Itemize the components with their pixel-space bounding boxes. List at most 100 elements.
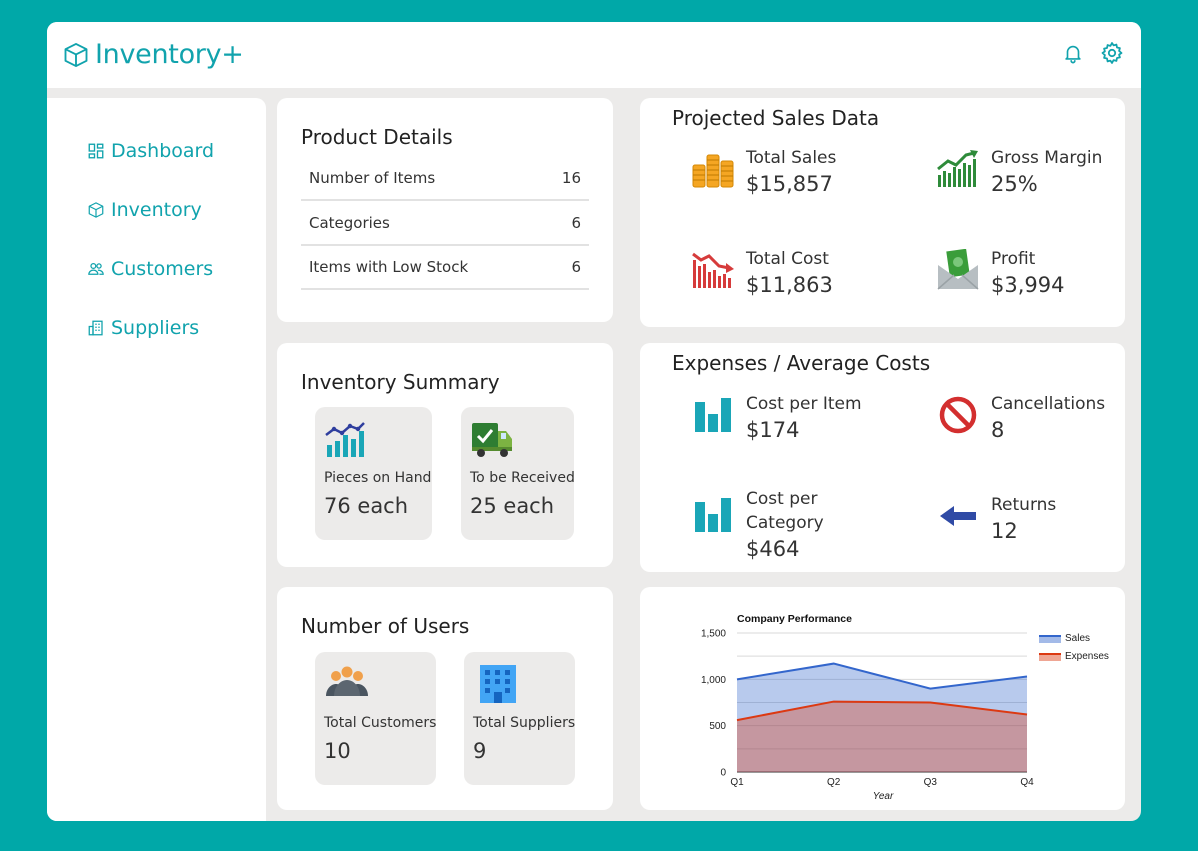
sidebar-item-dashboard[interactable]: Dashboard [87,140,214,162]
x-tick-label: Q2 [827,777,841,788]
metric-value: 8 [991,418,1005,442]
total-suppliers-tile[interactable]: Total Suppliers 9 [464,652,575,785]
sidebar: Dashboard Inventory Customers Suppliers [47,98,266,821]
sidebar-item-suppliers[interactable]: Suppliers [87,317,199,339]
returns-metric: Returns 12 [935,493,1056,545]
metric-label: Total Cost [746,249,829,269]
metric-value: $464 [746,537,800,561]
arrow-left-icon [935,493,981,539]
company-performance-card: Company Performance 0 500 1,000 1,500 Q1 Q2 Q… [640,587,1125,810]
tile-value: 9 [473,739,487,763]
office-building-icon [480,665,516,703]
table-row: Categories 6 [301,202,589,246]
tile-label: To be Received [470,470,575,486]
people-group-icon [326,666,368,696]
metric-value: $11,863 [746,273,833,297]
dashboard-icon [88,143,104,159]
metric-value: 12 [991,519,1018,543]
table-row: Number of Items 16 [301,157,589,201]
chart-title: Company Performance [737,613,852,625]
sidebar-item-label: Inventory [111,199,202,221]
prohibited-icon [935,392,981,438]
card-title: Product Details [301,125,453,149]
cost-per-category-metric: Cost per Category $464 [690,487,836,563]
gear-icon[interactable] [1099,40,1125,66]
bar-chart-icon [690,492,736,538]
total-customers-tile[interactable]: Total Customers 10 [315,652,436,785]
metric-value: 25% [991,172,1038,196]
x-tick-label: Q1 [730,777,744,788]
growth-chart-icon [935,146,981,192]
x-tick-label: Q3 [924,777,938,788]
profit-metric: Profit $3,994 [935,247,1064,299]
cube-icon [64,42,88,67]
tile-label: Pieces on Hand [324,470,432,486]
metric-label: Cost per Item [746,394,862,414]
decline-chart-icon [690,247,736,293]
legend-swatch [1039,636,1061,643]
sidebar-item-inventory[interactable]: Inventory [87,199,202,221]
tile-value: 25 each [470,494,555,518]
legend-label: Sales [1065,633,1090,644]
cost-per-item-metric: Cost per Item $174 [690,392,862,444]
sidebar-item-label: Dashboard [111,140,215,162]
metric-label: Cost per Category [746,489,824,533]
total-cost-metric: Total Cost $11,863 [690,247,833,299]
bar-chart-icon [690,392,736,438]
cancellations-metric: Cancellations 8 [935,392,1105,444]
top-header: Inventory+ [47,22,1141,88]
money-envelope-icon [935,247,981,293]
chart-trend-icon [325,422,365,457]
card-title: Number of Users [301,614,470,638]
metric-value: $15,857 [746,172,833,196]
row-value: 16 [561,169,581,187]
product-details-card: Product Details Number of Items 16 Categ… [277,98,613,322]
app-logo[interactable]: Inventory+ [62,39,244,70]
metric-value: $3,994 [991,273,1065,297]
row-label: Categories [309,214,390,232]
x-axis-label: Year [873,791,894,802]
to-be-received-tile[interactable]: To be Received 25 each [461,407,575,540]
x-tick-label: Q4 [1020,777,1034,788]
metric-label: Returns [991,495,1057,515]
row-value: 6 [571,258,581,276]
table-row: Items with Low Stock 6 [301,246,589,290]
tile-label: Total Customers [324,715,437,731]
y-tick-label: 500 [709,721,726,732]
sidebar-item-customers[interactable]: Customers [87,258,213,280]
row-value: 6 [571,214,581,232]
app-title: Inventory+ [95,39,244,70]
tile-value: 76 each [324,494,409,518]
metric-value: $174 [746,418,800,442]
bell-icon[interactable] [1060,40,1086,66]
building-icon [88,320,103,336]
app-window: Inventory+ Dashboard Inventory Customers… [47,22,1141,821]
users-icon [88,262,104,275]
card-title: Inventory Summary [301,370,500,394]
gross-margin-metric: Gross Margin 25% [935,146,1102,198]
sidebar-item-label: Suppliers [111,317,200,339]
company-performance-chart: Company Performance 0 500 1,000 1,500 Q1 Q2 Q… [701,613,1109,802]
y-tick-label: 1,500 [701,629,726,640]
expenses-card: Expenses / Average Costs Cost per Item $… [640,343,1125,572]
users-card: Number of Users Total Customers 10 Total… [277,587,613,810]
metric-label: Profit [991,249,1036,269]
metric-label: Gross Margin [991,148,1103,168]
metric-label: Cancellations [991,394,1106,414]
delivery-truck-icon [472,423,512,457]
row-label: Items with Low Stock [309,258,469,276]
legend-label: Expenses [1065,651,1109,662]
pieces-on-hand-tile[interactable]: Pieces on Hand 76 each [315,407,432,540]
legend-swatch [1039,654,1061,661]
card-title: Expenses / Average Costs [672,351,931,375]
cube-icon [88,202,104,218]
inventory-summary-card: Inventory Summary Pieces on Hand 76 each [277,343,613,567]
tile-label: Total Suppliers [473,715,576,731]
tile-value: 10 [324,739,351,763]
coins-icon [690,146,736,192]
total-sales-metric: Total Sales $15,857 [690,146,836,198]
row-label: Number of Items [309,169,436,187]
card-title: Projected Sales Data [672,106,880,130]
sidebar-item-label: Customers [111,258,214,280]
metric-label: Total Sales [746,148,837,168]
